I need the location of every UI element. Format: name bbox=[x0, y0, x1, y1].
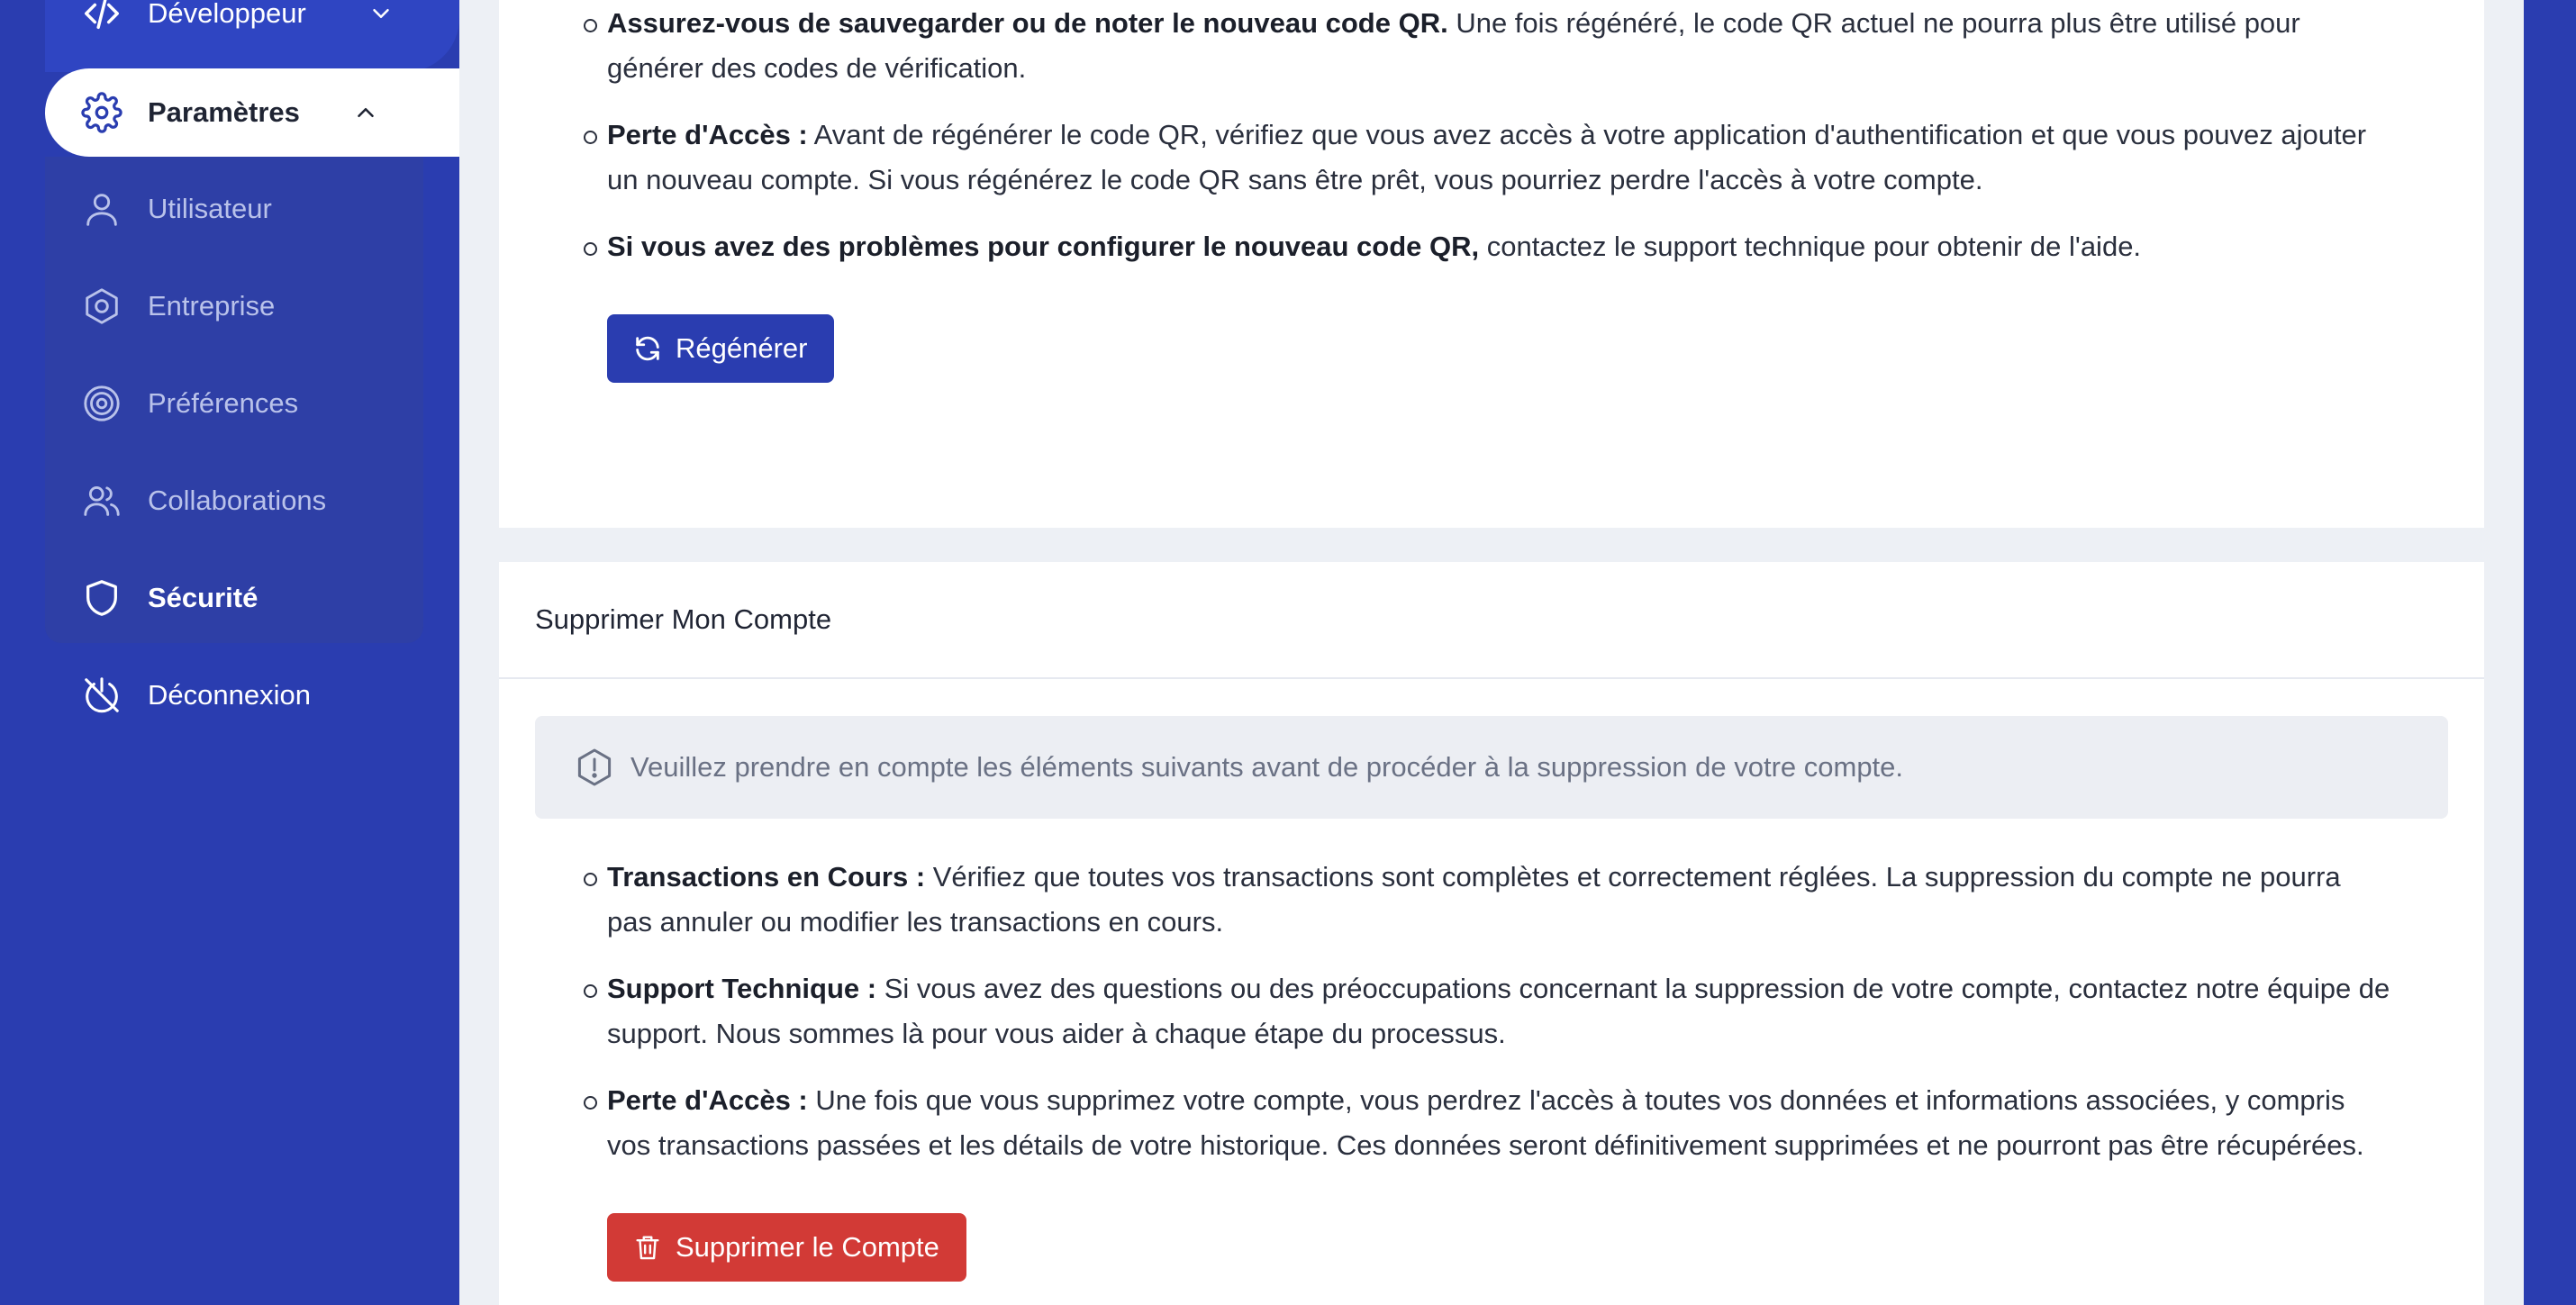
delete-account-card: Supprimer Mon Compte Veuillez prendre en… bbox=[499, 562, 2484, 1305]
button-label: Supprimer le Compte bbox=[676, 1231, 939, 1263]
sidebar-item-label: Paramètres bbox=[148, 96, 300, 128]
gear-icon bbox=[81, 92, 122, 133]
regenerate-button[interactable]: Régénérer bbox=[607, 314, 835, 383]
warning-alert: Veuillez prendre en compte les éléments … bbox=[535, 716, 2448, 819]
user-icon bbox=[81, 188, 122, 230]
qr-regenerate-card: Assurez-vous de sauvegarder ou de noter … bbox=[499, 0, 2484, 528]
list-item-text: Une fois que vous supprimez votre compte… bbox=[607, 1084, 2364, 1161]
sidebar-item-label: Sécurité bbox=[148, 582, 259, 613]
sidebar-item-label: Développeur bbox=[148, 0, 306, 29]
list-item: Perte d'Accès : Avant de régénérer le co… bbox=[584, 113, 2390, 203]
logout-icon bbox=[81, 675, 122, 716]
list-item: Perte d'Accès : Une fois que vous suppri… bbox=[584, 1078, 2390, 1168]
list-item: Assurez-vous de sauvegarder ou de noter … bbox=[584, 1, 2390, 91]
list-item-bold: Support Technique : bbox=[607, 973, 877, 1004]
list-item-bold: Transactions en Cours : bbox=[607, 861, 926, 893]
hexagon-icon bbox=[81, 285, 122, 327]
list-item-bold: Perte d'Accès : bbox=[607, 119, 808, 150]
trash-icon bbox=[632, 1232, 663, 1263]
alert-text: Veuillez prendre en compte les éléments … bbox=[630, 751, 1904, 783]
sidebar-item-collaborations[interactable]: Collaborations bbox=[45, 452, 423, 549]
button-label: Régénérer bbox=[676, 332, 808, 364]
delete-account-button[interactable]: Supprimer le Compte bbox=[607, 1213, 966, 1282]
shield-icon bbox=[81, 577, 122, 619]
list-item: Support Technique : Si vous avez des que… bbox=[584, 966, 2390, 1056]
sidebar-item-logout[interactable]: Déconnexion bbox=[45, 647, 311, 744]
sidebar-item-developer[interactable]: Développeur bbox=[45, 0, 459, 72]
list-item: Si vous avez des problèmes pour configur… bbox=[584, 224, 2390, 269]
sidebar-item-label: Utilisateur bbox=[148, 193, 272, 224]
code-icon bbox=[81, 0, 122, 34]
sidebar-item-preferences[interactable]: Préférences bbox=[45, 355, 423, 452]
sidebar-item-label: Déconnexion bbox=[148, 679, 311, 711]
sidebar-item-company[interactable]: Entreprise bbox=[45, 258, 423, 355]
card-title: Supprimer Mon Compte bbox=[499, 562, 2484, 679]
sidebar: Développeur Paramètres Utilisateur Entre… bbox=[0, 0, 459, 1305]
sidebar-item-user[interactable]: Utilisateur bbox=[45, 160, 423, 258]
list-item: Transactions en Cours : Vérifiez que tou… bbox=[584, 855, 2390, 945]
chevron-up-icon bbox=[352, 99, 379, 126]
refresh-icon bbox=[632, 333, 663, 364]
list-item-text: contactez le support technique pour obte… bbox=[1479, 231, 2142, 262]
right-edge-bar bbox=[2524, 0, 2576, 1305]
users-icon bbox=[81, 480, 122, 521]
list-item-text: Avant de régénérer le code QR, vérifiez … bbox=[607, 119, 2367, 195]
list-item-bold: Si vous avez des problèmes pour configur… bbox=[607, 231, 1480, 262]
sidebar-item-settings[interactable]: Paramètres bbox=[45, 68, 459, 157]
sidebar-item-security[interactable]: Sécurité bbox=[45, 549, 423, 647]
sidebar-item-label: Entreprise bbox=[148, 290, 276, 322]
target-icon bbox=[81, 383, 122, 424]
sidebar-item-label: Préférences bbox=[148, 387, 299, 419]
chevron-down-icon bbox=[367, 0, 395, 27]
alert-octagon-icon bbox=[573, 746, 616, 789]
sidebar-item-label: Collaborations bbox=[148, 485, 327, 516]
list-item-bold: Perte d'Accès : bbox=[607, 1084, 808, 1116]
list-item-bold: Assurez-vous de sauvegarder ou de noter … bbox=[607, 7, 1448, 39]
